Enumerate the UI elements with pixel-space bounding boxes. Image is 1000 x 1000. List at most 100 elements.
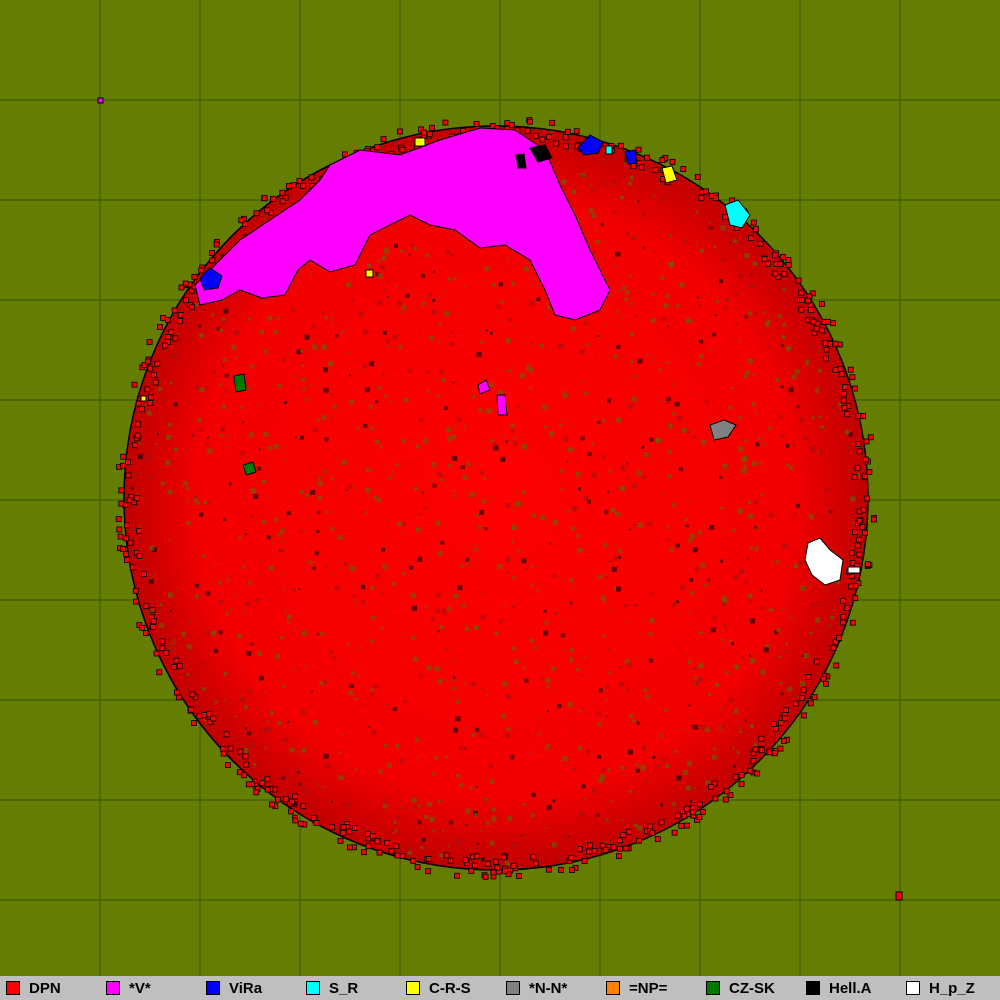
- v-fleck-3: [97, 97, 104, 104]
- territory-speck: [618, 665, 622, 669]
- territory-speck: [263, 432, 269, 437]
- territory-speck: [704, 727, 710, 733]
- territory-speck: [688, 610, 691, 613]
- territory-speck: [705, 605, 708, 608]
- territory-speck: [642, 738, 645, 741]
- territory-edge-cell: [807, 700, 814, 707]
- territory-speck: [663, 303, 669, 309]
- territory-speck: [605, 182, 610, 187]
- territory-speck: [786, 463, 789, 467]
- territory-speck: [331, 477, 335, 481]
- territory-speck: [304, 665, 307, 668]
- territory-edge-cell: [549, 119, 556, 126]
- territory-speck: [432, 299, 436, 302]
- territory-speck: [419, 673, 423, 677]
- territory-speck: [505, 338, 511, 344]
- territory-speck: [658, 368, 662, 372]
- territory-speck: [656, 437, 662, 443]
- territory-speck: [754, 548, 758, 552]
- territory-edge-cell: [289, 798, 296, 805]
- territory-speck: [605, 698, 608, 701]
- territory-speck: [731, 642, 734, 645]
- territory-speck: [750, 618, 755, 624]
- territory-edge-cell: [172, 335, 179, 342]
- territory-speck: [776, 628, 781, 633]
- territory-speck: [263, 349, 268, 354]
- territory-speck: [424, 506, 428, 510]
- territory-edge-cell: [337, 838, 344, 844]
- territory-speck: [703, 359, 706, 362]
- territory-speck: [614, 264, 617, 267]
- territory-speck: [581, 173, 586, 177]
- territory-edge-cell: [683, 806, 690, 812]
- territory-speck: [299, 435, 304, 440]
- territory-speck: [529, 638, 534, 643]
- territory-edge-cell: [173, 689, 180, 696]
- territory-speck: [736, 750, 740, 754]
- territory-map[interactable]: [0, 0, 1000, 976]
- territory-speck: [401, 311, 404, 314]
- territory-edge-cell: [473, 121, 480, 127]
- territory-speck: [206, 591, 211, 596]
- territory-speck: [723, 616, 726, 619]
- territory-speck: [512, 842, 518, 848]
- territory-speck: [581, 673, 584, 677]
- territory-speck: [522, 666, 526, 670]
- territory-speck: [706, 429, 709, 432]
- territory-speck: [377, 300, 383, 305]
- territory-speck: [601, 246, 604, 249]
- territory-speck: [282, 541, 285, 544]
- territory-speck: [195, 583, 200, 588]
- territory-speck: [563, 390, 567, 394]
- territory-speck: [446, 250, 450, 255]
- territory-speck: [217, 580, 222, 585]
- territory-speck: [832, 405, 836, 409]
- territory-speck: [410, 242, 415, 247]
- territory-speck: [394, 286, 397, 289]
- territory-speck: [610, 507, 616, 513]
- territory-edge-cell: [482, 873, 489, 880]
- territory-speck: [646, 521, 652, 527]
- territory-speck: [572, 768, 575, 771]
- territory-speck: [678, 467, 683, 472]
- territory-speck: [393, 821, 397, 824]
- territory-speck: [580, 436, 585, 441]
- territory-edge-cell: [800, 687, 807, 694]
- territory-edge-cell: [393, 843, 400, 850]
- territory-edge-cell: [196, 713, 203, 720]
- territory-speck: [497, 564, 503, 569]
- territory-speck: [472, 395, 475, 399]
- territory-speck: [613, 586, 617, 590]
- territory-speck: [778, 446, 781, 449]
- territory-speck: [199, 387, 205, 393]
- territory-edge-cell: [201, 712, 208, 718]
- territory-speck: [483, 477, 487, 481]
- territory-speck: [160, 481, 165, 486]
- territory-speck: [708, 222, 711, 225]
- territory-speck: [615, 310, 619, 314]
- territory-speck: [349, 399, 354, 405]
- territory-speck: [480, 829, 483, 832]
- territory-speck: [263, 217, 266, 220]
- territory-speck: [599, 774, 605, 780]
- territory-speck: [679, 282, 685, 288]
- territory-speck: [694, 567, 699, 572]
- territory-speck: [464, 747, 467, 750]
- territory-speck: [374, 439, 379, 444]
- territory-speck: [590, 675, 593, 678]
- territory-speck: [450, 252, 454, 256]
- territory-speck: [502, 681, 508, 687]
- territory-speck: [386, 520, 389, 523]
- territory-edge-cell: [823, 346, 830, 353]
- territory-speck: [667, 474, 672, 479]
- territory-edge-cell: [851, 473, 858, 480]
- territory-speck: [683, 238, 688, 243]
- territory-speck: [725, 671, 729, 674]
- territory-speck: [582, 567, 585, 570]
- territory-speck: [729, 639, 732, 643]
- territory-speck: [498, 390, 503, 396]
- territory-speck: [272, 541, 275, 544]
- territory-edge-cell: [275, 796, 281, 803]
- legend-swatch: [906, 981, 920, 995]
- territory-speck: [505, 502, 511, 508]
